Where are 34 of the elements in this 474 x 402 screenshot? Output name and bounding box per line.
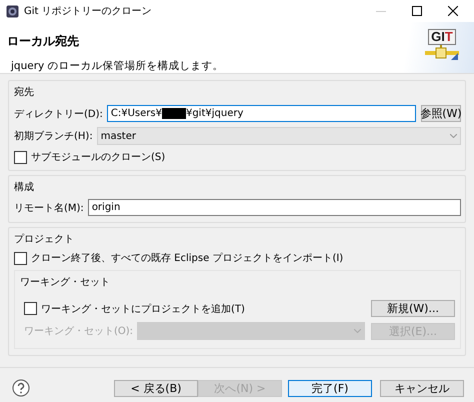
field-label: リモート名(M): [14, 202, 84, 214]
checkbox-option[interactable]: サブモジュールのクローン(S) [14, 150, 461, 164]
chevron-icon [354, 329, 361, 333]
page-title: ローカル宛先 [7, 33, 80, 50]
wizard-button[interactable]: 完了(F) [288, 380, 372, 396]
field-label: 初期ブランチ(H): [14, 130, 93, 143]
directory-field[interactable]: C:¥Users¥ ¥git¥jquery [106, 105, 416, 122]
help-icon[interactable] [12, 379, 30, 397]
checkbox[interactable] [14, 252, 27, 264]
app-icon [6, 4, 19, 18]
checkbox-option[interactable]: クローン終了後、すべての既存 Eclipse プロジェクトをインポート(I) [14, 251, 461, 265]
branch-dropdown[interactable]: master [96, 127, 461, 145]
section-label: 宛先 [14, 86, 35, 99]
checkbox-label: サブモジュールのクローン(S) [31, 150, 166, 164]
remote-name-field[interactable]: origin [88, 199, 461, 216]
wizard-button[interactable]: < 戻る(B) [114, 380, 198, 396]
chevron-icon [450, 134, 457, 138]
close-icon[interactable] [448, 6, 458, 16]
page-description: jquery のローカル保管場所を構成します。 [11, 59, 225, 73]
field-label: ディレクトリー(D): [14, 108, 103, 120]
window-title: Git リポジトリーのクローン [24, 5, 153, 18]
checkbox-label: クローン終了後、すべての既存 Eclipse プロジェクトをインポート(I) [31, 252, 344, 265]
checkbox[interactable] [14, 150, 27, 164]
maximize-icon[interactable] [412, 6, 422, 16]
browse-button[interactable]: 参照(W) [421, 105, 461, 122]
field-label: ワーキング・セット(O): [24, 325, 134, 338]
section-label: 構成 [14, 180, 35, 194]
pipe-icon [425, 45, 459, 61]
git-logo: GIT [428, 29, 456, 45]
section-label: ワーキング・セット [20, 276, 111, 289]
checkbox[interactable] [24, 302, 37, 315]
section-label: プロジェクト [14, 232, 75, 246]
new-button[interactable]: 新規(W)... [371, 300, 455, 317]
wizard-button[interactable]: キャンセル [380, 380, 464, 396]
